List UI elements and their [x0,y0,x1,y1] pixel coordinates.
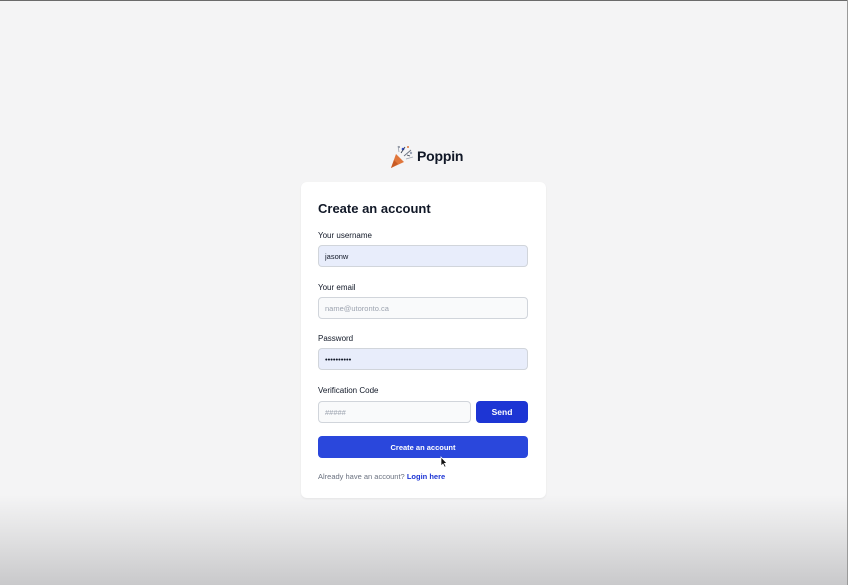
login-prompt-text: Already have an account? [318,472,405,481]
password-input[interactable] [318,348,528,370]
username-input[interactable] [318,245,528,267]
party-popper-icon [391,145,414,168]
email-input[interactable] [318,297,528,319]
create-account-button[interactable]: Create an account [318,436,528,458]
brand-header: Poppin [389,143,463,169]
username-label: Your username [318,231,372,240]
send-code-button[interactable]: Send [476,401,528,423]
password-label: Password [318,334,354,343]
email-label: Your email [318,283,356,292]
window-top-border [0,0,848,1]
mouse-pointer-icon [440,456,448,468]
signup-card: Create an account Your username Your ema… [301,182,546,498]
brand-name: Poppin [417,148,464,164]
login-link[interactable]: Login here [407,472,445,481]
verification-code-input[interactable] [318,401,471,423]
form-title: Create an account [318,201,431,216]
verification-code-label: Verification Code [318,386,379,395]
login-prompt: Already have an account? Login here [318,472,445,481]
